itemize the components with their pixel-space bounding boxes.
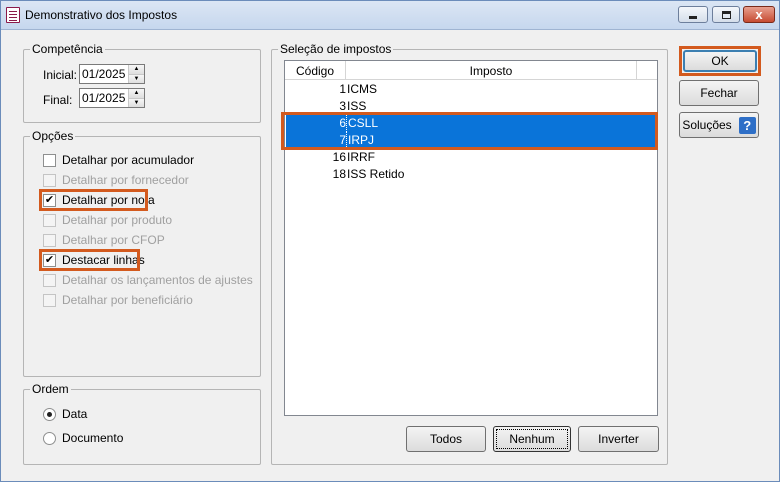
cell-codigo: 7 — [339, 133, 346, 147]
checkbox-label: Detalhar por produto — [62, 213, 173, 227]
cell-imposto: CSLL — [346, 115, 656, 132]
checkbox-label: Destacar linhas — [62, 253, 145, 267]
title-bar: Demonstrativo dos Impostos x — [1, 1, 779, 30]
checkbox-detalhar-cfop: Detalhar por CFOP — [43, 232, 165, 248]
radio-circle[interactable] — [43, 407, 56, 421]
checkbox-detalhar-produto: Detalhar por produto — [43, 212, 172, 228]
checkbox-label: Detalhar por beneficiário — [62, 293, 193, 307]
cell-codigo: 1 — [339, 82, 346, 96]
radio-label: Data — [62, 407, 88, 421]
cell-codigo: 3 — [339, 99, 346, 113]
inverter-button-label: Inverter — [598, 432, 639, 446]
final-spinner[interactable]: 01/2025 ▲ ▼ — [79, 88, 145, 108]
checkbox-box — [43, 233, 56, 247]
ordem-group: Ordem — [23, 383, 261, 465]
selecao-legend: Seleção de impostos — [280, 42, 392, 56]
close-icon: x — [755, 7, 763, 22]
checkbox-box — [43, 273, 56, 287]
cell-imposto: ICMS — [347, 82, 377, 96]
table-row[interactable]: 18 ISS Retido — [286, 166, 656, 183]
cell-imposto: IRPJ — [346, 132, 656, 149]
checkbox-box[interactable] — [43, 153, 56, 167]
help-icon: ? — [738, 116, 756, 134]
cell-codigo: 6 — [339, 116, 346, 130]
column-header-codigo[interactable]: Código — [285, 61, 346, 79]
checkbox-box[interactable]: ✔ — [43, 193, 56, 207]
close-button[interactable]: x — [743, 6, 775, 23]
opcoes-legend: Opções — [32, 129, 74, 143]
dialog-window: Demonstrativo dos Impostos x Competência… — [0, 0, 780, 482]
checkbox-box — [43, 173, 56, 187]
final-down-arrow-icon[interactable]: ▼ — [129, 98, 144, 107]
checkbox-label: Detalhar por nota — [62, 193, 155, 207]
radio-circle[interactable] — [43, 431, 56, 445]
cell-imposto: ISS — [347, 99, 367, 113]
inicial-up-arrow-icon[interactable]: ▲ — [129, 65, 144, 75]
checkbox-box — [43, 293, 56, 307]
cell-codigo: 16 — [332, 150, 346, 164]
checkbox-label: Detalhar por fornecedor — [62, 173, 189, 187]
checkbox-label: Detalhar por acumulador — [62, 153, 195, 167]
table-header: Código Imposto — [285, 61, 657, 80]
table-row[interactable]: 7 IRPJ — [286, 132, 656, 149]
final-input[interactable]: 01/2025 — [80, 89, 128, 107]
solucoes-button-label: Soluções — [682, 118, 732, 132]
table-row[interactable]: 6 CSLL — [286, 115, 656, 132]
column-header-imposto[interactable]: Imposto — [346, 61, 637, 79]
cell-codigo: 18 — [332, 167, 346, 181]
fechar-button[interactable]: Fechar — [679, 80, 759, 106]
inicial-input[interactable]: 01/2025 — [80, 65, 128, 83]
inicial-label: Inicial: — [43, 68, 78, 82]
cell-imposto: IRRF — [347, 150, 375, 164]
checkbox-detalhar-fornecedor: Detalhar por fornecedor — [43, 172, 189, 188]
todos-button-label: Todos — [429, 432, 463, 446]
final-up-arrow-icon[interactable]: ▲ — [129, 89, 144, 99]
checkbox-detalhar-acumulador[interactable]: Detalhar por acumulador — [43, 152, 194, 168]
ordem-legend: Ordem — [32, 382, 69, 396]
radio-label: Documento — [62, 431, 124, 445]
checkbox-label: Detalhar por CFOP — [62, 233, 165, 247]
checkbox-box[interactable]: ✔ — [43, 253, 56, 267]
radio-dot-icon — [47, 411, 52, 417]
competencia-legend: Competência — [32, 42, 103, 56]
maximize-button[interactable] — [712, 6, 740, 23]
fechar-button-label: Fechar — [700, 86, 738, 100]
checkbox-box — [43, 213, 56, 227]
checkbox-destacar-linhas[interactable]: ✔ Destacar linhas — [43, 252, 145, 268]
nenhum-button-label: Nenhum — [509, 432, 555, 446]
radio-data[interactable]: Data — [43, 406, 87, 422]
ok-button[interactable]: OK — [683, 50, 757, 72]
cell-imposto: ISS Retido — [347, 167, 405, 181]
checkbox-detalhar-nota[interactable]: ✔ Detalhar por nota — [43, 192, 155, 208]
todos-button[interactable]: Todos — [406, 426, 486, 452]
checkbox-detalhar-ajustes: Detalhar os lançamentos de ajustes — [43, 272, 253, 288]
document-icon — [6, 7, 20, 23]
table-row[interactable]: 3 ISS — [286, 98, 656, 115]
solucoes-button[interactable]: Soluções ? — [679, 112, 759, 138]
final-label: Final: — [43, 93, 73, 107]
radio-documento[interactable]: Documento — [43, 430, 123, 446]
ok-button-label: OK — [711, 54, 729, 68]
table-row[interactable]: 16 IRRF — [286, 149, 656, 166]
window-title: Demonstrativo dos Impostos — [25, 8, 178, 22]
minimize-icon — [689, 15, 697, 19]
inicial-spinner[interactable]: 01/2025 ▲ ▼ — [79, 64, 145, 84]
checkbox-label: Detalhar os lançamentos de ajustes — [62, 273, 253, 287]
minimize-button[interactable] — [678, 6, 708, 23]
table-row[interactable]: 1 ICMS — [286, 81, 656, 98]
checkbox-detalhar-beneficiario: Detalhar por beneficiário — [43, 292, 193, 308]
nenhum-button[interactable]: Nenhum — [493, 426, 571, 452]
inicial-down-arrow-icon[interactable]: ▼ — [129, 74, 144, 83]
maximize-icon — [721, 10, 731, 19]
inverter-button[interactable]: Inverter — [578, 426, 659, 452]
impostos-table[interactable]: Código Imposto 1 ICMS 3 ISS 6 CSLL 7 IRP… — [284, 60, 658, 416]
